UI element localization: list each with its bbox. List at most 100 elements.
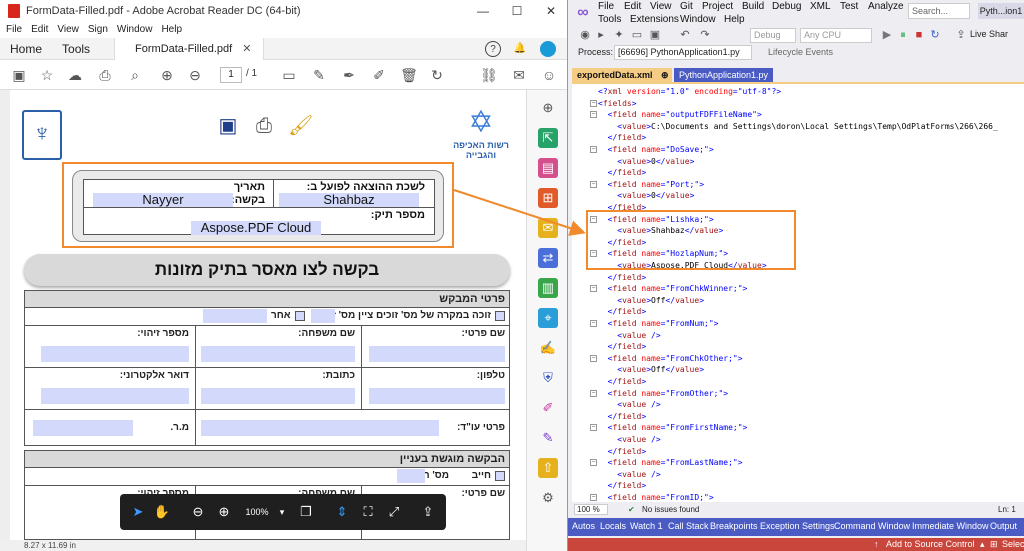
minimize-icon[interactable]: — (466, 0, 500, 22)
fold-toggle-icon[interactable]: − (590, 99, 597, 107)
trash-icon[interactable]: 🗑 (400, 66, 418, 84)
print-icon[interactable]: ⎙ (96, 66, 114, 84)
checkbox-winner[interactable] (495, 311, 505, 321)
organize-pages-icon[interactable]: ⇄ (538, 248, 558, 268)
bell-icon[interactable]: 🔔 (512, 41, 528, 57)
menu-sign[interactable]: Sign (88, 22, 108, 38)
tab-locals[interactable]: Locals (600, 521, 626, 531)
avatar[interactable] (540, 41, 556, 57)
config-dropdown[interactable]: Debug (750, 28, 796, 43)
zoom-level[interactable]: 100% (240, 502, 274, 522)
vs-menu-test[interactable]: Test (840, 1, 858, 12)
fold-toggle-icon[interactable]: − (590, 459, 597, 467)
issues-status[interactable]: No issues found (642, 504, 699, 516)
star-icon[interactable]: ☆ (38, 66, 56, 84)
field-last-name[interactable] (201, 346, 355, 362)
fold-toggle-icon[interactable]: − (590, 111, 597, 119)
export-icon[interactable]: ⇪ (418, 502, 438, 522)
redo-icon[interactable]: ↷ (698, 28, 712, 42)
send-review-icon[interactable]: ⇧ (538, 458, 558, 478)
field-email[interactable] (41, 388, 189, 404)
vs-menu-git[interactable]: Git (680, 1, 693, 12)
undo-icon[interactable]: ↶ (678, 28, 692, 42)
field-lawyer[interactable] (201, 420, 439, 436)
zoom-in-icon[interactable]: ⊕ (214, 502, 234, 522)
export-pdf-icon[interactable]: ⇱ (538, 128, 558, 148)
menu-edit[interactable]: Edit (31, 22, 48, 38)
editor-zoom[interactable]: 100 % (574, 504, 608, 515)
field-id[interactable] (41, 346, 189, 362)
left-collapse-strip[interactable] (0, 90, 10, 540)
fold-toggle-icon[interactable]: − (590, 424, 597, 432)
tab-exception-settings[interactable]: Exception Settings (760, 521, 835, 531)
fill-sign-icon[interactable]: ✍ (538, 338, 558, 358)
checkbox-other[interactable] (295, 311, 305, 321)
menu-view[interactable]: View (57, 22, 79, 38)
scan-icon[interactable]: ⌖ (538, 308, 558, 328)
field-winner-number[interactable] (311, 309, 335, 323)
live-share-label[interactable]: Live Shar (970, 29, 1008, 39)
page-number-input[interactable]: 1 (220, 67, 242, 83)
select-cursor-icon[interactable]: ➤ (128, 502, 148, 522)
tab-autos[interactable]: Autos (572, 521, 595, 531)
vs-menu-project[interactable]: Project (702, 1, 733, 12)
mail-icon[interactable]: ✉ (510, 66, 528, 84)
fold-toggle-icon[interactable]: − (590, 180, 597, 188)
comment-icon[interactable]: ▭ (280, 66, 298, 84)
vs-menu-analyze[interactable]: Analyze (868, 1, 904, 12)
fold-toggle-icon[interactable]: − (590, 320, 597, 327)
pin-icon[interactable]: ⊕ (661, 70, 669, 80)
field-debtor-number[interactable] (397, 469, 425, 483)
close-tab-icon[interactable]: ✕ (242, 38, 251, 60)
vs-menu-window[interactable]: Window (680, 14, 716, 25)
new-item-icon[interactable]: ✦ (612, 28, 626, 42)
tab-call-stack[interactable]: Call Stack (668, 521, 709, 531)
tab-immediate-window[interactable]: Immediate Window (912, 521, 989, 531)
source-control-dropdown-icon[interactable]: ▴ (980, 539, 985, 550)
compress-icon[interactable]: ▥ (538, 278, 558, 298)
share-user-icon[interactable]: ☺ (540, 66, 558, 84)
edit-pdf-icon[interactable]: ✐ (370, 66, 388, 84)
upload-cloud-icon[interactable]: ☁ (66, 66, 84, 84)
tab-exported-data-xml[interactable]: exportedData.xml ⊕ ✕ (572, 68, 681, 82)
stop-icon[interactable]: ■ (912, 28, 926, 42)
protect-icon[interactable]: ⛨ (538, 368, 558, 388)
comment-tool-icon[interactable]: ✉ (538, 218, 558, 238)
tab-tools[interactable]: Tools (52, 42, 100, 56)
hand-tool-icon[interactable]: ✋ (152, 502, 172, 522)
vs-menu-tools[interactable]: Tools (598, 14, 621, 25)
combine-files-icon[interactable]: ⊞ (538, 188, 558, 208)
vs-menu-edit[interactable]: Edit (624, 1, 641, 12)
add-to-source-control[interactable]: Add to Source Control (886, 539, 975, 549)
vs-solution-name[interactable]: Pyth...ion1 (978, 3, 1024, 19)
live-share-icon[interactable]: ⇪ (954, 28, 968, 42)
full-screen-icon[interactable]: ⤢ (384, 502, 404, 522)
vs-menu-build[interactable]: Build (742, 1, 764, 12)
forward-icon[interactable]: ▸ (594, 28, 608, 42)
pause-icon[interactable]: ⏸ (896, 28, 910, 42)
tab-document[interactable]: FormData-Filled.pdf ✕ (114, 37, 265, 60)
process-dropdown[interactable]: [66696] PythonApplication1.py (614, 45, 752, 60)
fold-toggle-icon[interactable]: − (590, 389, 597, 397)
lifecycle-events-button[interactable]: Lifecycle Events (768, 47, 833, 57)
print-form-icon[interactable]: ⎙ (252, 114, 276, 138)
tab-python-application[interactable]: PythonApplication1.py (674, 68, 774, 82)
vs-menu-help[interactable]: Help (724, 14, 745, 25)
vs-menu-view[interactable]: View (650, 1, 672, 12)
more-tools-icon[interactable]: ⚙ (538, 488, 558, 508)
menu-file[interactable]: File (6, 22, 22, 38)
protect-link-icon[interactable]: ⛓ (480, 66, 498, 84)
close-icon[interactable]: ✕ (534, 0, 567, 22)
vs-menu-xml[interactable]: XML (810, 1, 831, 12)
fold-toggle-icon[interactable]: − (590, 494, 597, 501)
tab-output[interactable]: Output (990, 521, 1017, 531)
xml-code-editor[interactable]: <?xml version="1.0" encoding="utf-8"?> <f… (572, 82, 1024, 502)
zoom-out-icon[interactable]: ⊖ (188, 502, 208, 522)
field-other[interactable] (203, 309, 267, 323)
fold-toggle-icon[interactable]: − (590, 285, 597, 293)
restart-icon[interactable]: ↻ (928, 28, 942, 42)
tab-watch-1[interactable]: Watch 1 (630, 521, 663, 531)
search-icon[interactable]: ⌕ (126, 66, 144, 84)
checkbox-debtor[interactable] (495, 471, 505, 481)
field-phone[interactable] (369, 388, 505, 404)
